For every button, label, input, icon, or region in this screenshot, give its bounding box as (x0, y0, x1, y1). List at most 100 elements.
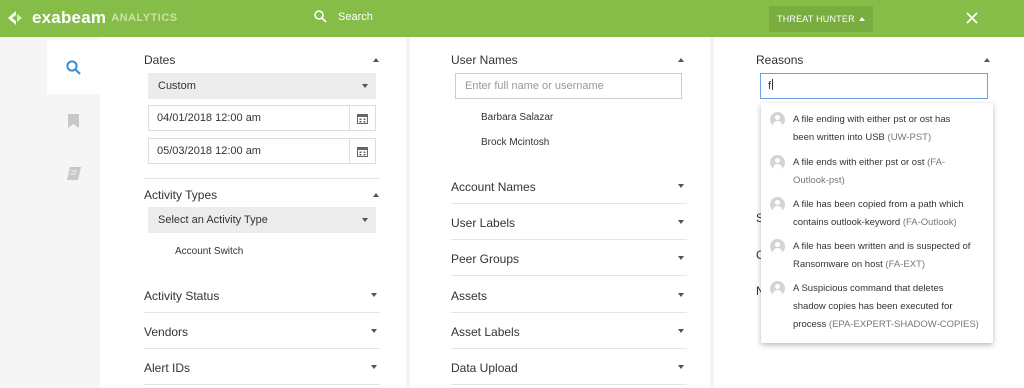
reason-text: process (793, 319, 827, 330)
logo-text: exabeam (32, 8, 107, 27)
filter-row-assets[interactable]: Assets (451, 277, 687, 313)
filter-row-user-labels[interactable]: User Labels (451, 204, 687, 240)
filter-row-data-upload[interactable]: Data Upload (451, 349, 687, 385)
search-label: Search (338, 10, 373, 23)
date-range-value: Custom (158, 80, 196, 92)
filter-row-label: Assets (451, 289, 488, 303)
start-calendar-button[interactable] (349, 106, 375, 130)
user-name-placeholder: Enter full name or username (465, 80, 604, 92)
start-date-value: 04/01/2018 12:00 am (157, 112, 261, 124)
reason-text: A Suspicious command that deletes (793, 283, 944, 294)
caret-up-icon (859, 17, 866, 21)
avatar-icon (770, 155, 785, 170)
date-range-select[interactable]: Custom (148, 73, 376, 99)
filter-row-label: Account Names (451, 180, 536, 194)
collapse-dates-icon[interactable] (373, 58, 379, 62)
reason-text: shadow copies has been executed for (793, 301, 953, 312)
collapse-activity-types-icon[interactable] (373, 193, 379, 197)
chevron-down-icon (371, 365, 377, 369)
activity-type-placeholder: Select an Activity Type (158, 214, 268, 226)
selected-user[interactable]: Brock Mcintosh (481, 137, 549, 148)
reasons-input[interactable]: f (760, 73, 988, 99)
chevron-down-icon (371, 293, 377, 297)
filters-column-1: Dates Custom 04/01/2018 12:00 am 05/03/2… (100, 37, 406, 388)
collapse-reasons-icon[interactable] (984, 58, 990, 62)
selected-activity-type[interactable]: Account Switch (175, 246, 243, 257)
filter-row-alert-ids[interactable]: Alert IDs (144, 349, 380, 385)
reason-text: A file has been copied from a path which (793, 199, 964, 210)
exabeam-logo-icon (6, 8, 26, 28)
reason-option[interactable]: A file has been copied from a path which… (761, 196, 993, 234)
avatar-icon (770, 112, 785, 127)
avatar-icon (770, 281, 785, 296)
chevron-down-icon (678, 256, 684, 260)
end-calendar-button[interactable] (349, 139, 375, 163)
reason-code: (FA-Outlook) (902, 217, 957, 228)
activity-type-select[interactable]: Select an Activity Type (148, 207, 376, 233)
sidebar-bookmarks[interactable] (47, 94, 100, 148)
calendar-icon (357, 146, 368, 157)
reason-text: contains outlook-keyword (793, 217, 901, 228)
end-date-field[interactable]: 05/03/2018 12:00 am (148, 138, 376, 164)
filter-row-label: Activity Status (144, 289, 220, 303)
reasons-input-value: f (768, 80, 772, 92)
filter-row-vendors[interactable]: Vendors (144, 313, 380, 349)
filter-row-label: Vendors (144, 325, 189, 339)
sidebar-search[interactable] (47, 40, 100, 94)
chevron-down-icon (678, 329, 684, 333)
reason-code: (UW-PST) (887, 132, 932, 143)
filter-row-label: User Labels (451, 216, 516, 230)
activity-types-title: Activity Types (144, 188, 218, 202)
reason-option[interactable]: A file ends with either pst or ost (FA- … (761, 154, 993, 192)
divider (144, 178, 380, 179)
reason-code: (FA- (927, 157, 946, 168)
chevron-down-icon (678, 293, 684, 297)
threat-hunter-label: THREAT HUNTER (777, 14, 855, 24)
reason-text: A file ending with either pst or ost has (793, 114, 951, 125)
search-icon (66, 59, 81, 75)
filters-column-2: User Names Enter full name or username B… (410, 37, 710, 388)
global-search[interactable]: Search (314, 10, 373, 23)
reasons-suggestions: A file ending with either pst or ost has… (761, 103, 993, 343)
chevron-down-icon (678, 365, 684, 369)
text-cursor (772, 79, 774, 90)
filter-row-activity-status[interactable]: Activity Status (144, 277, 380, 313)
reason-text: been written into USB (793, 132, 885, 143)
filter-row-label: Data Upload (451, 361, 518, 375)
reason-code: (EPA-EXPERT-SHADOW-COPIES) (828, 319, 979, 330)
threat-hunter-button[interactable]: THREAT HUNTER (769, 6, 874, 32)
filter-row-label: Peer Groups (451, 252, 520, 266)
sidebar (47, 37, 100, 388)
sidebar-notes[interactable] (47, 146, 100, 200)
dates-title: Dates (144, 53, 176, 67)
reason-option[interactable]: A file ending with either pst or ost has… (761, 111, 993, 149)
chevron-down-icon (678, 220, 684, 224)
reason-code: (FA-EXT) (885, 259, 926, 270)
filter-row-account-names[interactable]: Account Names (451, 168, 687, 204)
avatar-icon (770, 197, 785, 212)
logo-subtitle: ANALYTICS (111, 12, 178, 24)
search-icon (314, 10, 327, 23)
collapse-user-names-icon[interactable] (678, 58, 684, 62)
chevron-down-icon (678, 184, 684, 188)
user-name-input[interactable]: Enter full name or username (455, 73, 682, 99)
reason-text: A file has been written and is suspected… (793, 241, 971, 252)
close-button[interactable] (966, 11, 978, 29)
filter-row-asset-labels[interactable]: Asset Labels (451, 313, 687, 349)
avatar-icon (770, 239, 785, 254)
filter-row-peer-groups[interactable]: Peer Groups (451, 240, 687, 276)
logo[interactable]: exabeam ANALYTICS (6, 8, 178, 28)
reason-option[interactable]: A file has been written and is suspected… (761, 238, 993, 276)
calendar-icon (357, 113, 368, 124)
notes-icon (66, 166, 81, 180)
bookmark-icon (68, 114, 79, 128)
filter-row-label: Asset Labels (451, 325, 520, 339)
reason-text: A file ends with either pst or ost (793, 157, 925, 168)
close-icon (966, 12, 978, 24)
start-date-field[interactable]: 04/01/2018 12:00 am (148, 105, 376, 131)
filter-row-label: Alert IDs (144, 361, 191, 375)
user-names-title: User Names (451, 53, 518, 67)
chevron-down-icon (362, 218, 368, 222)
selected-user[interactable]: Barbara Salazar (481, 112, 553, 123)
reason-option[interactable]: A Suspicious command that deletes shadow… (761, 280, 993, 336)
